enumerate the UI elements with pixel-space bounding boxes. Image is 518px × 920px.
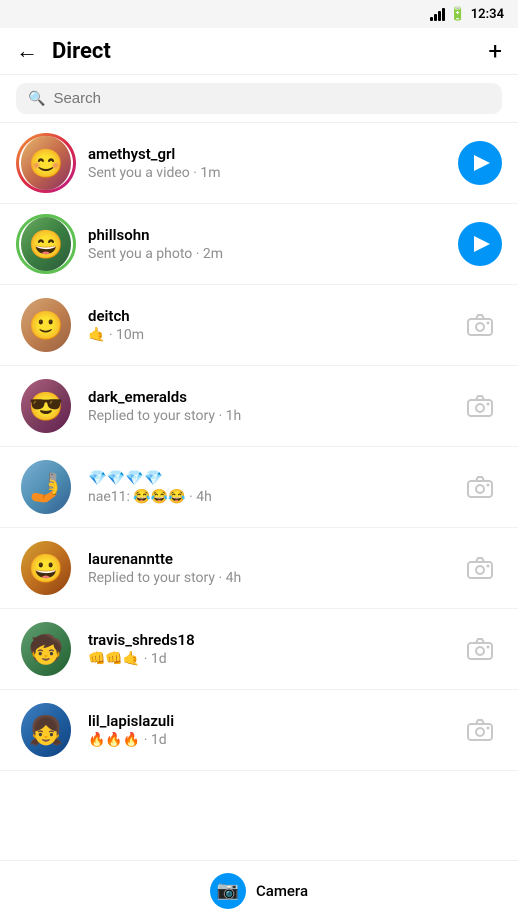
- conv-username: deitch: [88, 307, 446, 325]
- conv-username: laurenanntte: [88, 550, 446, 568]
- status-bar: 🔋 12:34: [0, 0, 518, 28]
- list-item[interactable]: 😀 laurenanntte Replied to your story · 4h: [0, 528, 518, 609]
- camera-icon: [467, 314, 493, 336]
- conv-subtitle: Replied to your story · 1h: [88, 408, 446, 424]
- avatar: 🤳: [16, 457, 76, 517]
- back-button[interactable]: ←: [16, 38, 38, 64]
- play-button[interactable]: [458, 222, 502, 266]
- conv-subtitle: 👊👊🤙 · 1d: [88, 651, 446, 667]
- list-item[interactable]: 🙂 deitch 🤙 · 10m: [0, 285, 518, 366]
- camera-button[interactable]: [458, 465, 502, 509]
- conv-info: deitch 🤙 · 10m: [88, 307, 446, 343]
- camera-icon: [467, 638, 493, 660]
- camera-icon: [467, 476, 493, 498]
- camera-button[interactable]: [458, 627, 502, 671]
- new-message-button[interactable]: +: [488, 39, 502, 63]
- camera-button[interactable]: [458, 303, 502, 347]
- conv-subtitle: Sent you a photo · 2m: [88, 246, 446, 262]
- conv-info: amethyst_grl Sent you a video · 1m: [88, 145, 446, 181]
- camera-icon: [467, 557, 493, 579]
- bottom-bar[interactable]: 📷 Camera: [0, 860, 518, 920]
- conv-info: travis_shreds18 👊👊🤙 · 1d: [88, 631, 446, 667]
- avatar: 🧒: [16, 619, 76, 679]
- conv-username: 💎💎💎💎: [88, 469, 446, 487]
- conv-info: phillsohn Sent you a photo · 2m: [88, 226, 446, 262]
- conv-username: dark_emeralds: [88, 388, 446, 406]
- conversation-list: 😊 amethyst_grl Sent you a video · 1m 😄 phill…: [0, 123, 518, 771]
- avatar: 😀: [16, 538, 76, 598]
- list-item[interactable]: 👧 lil_lapislazuli 🔥🔥🔥 · 1d: [0, 690, 518, 771]
- conv-subtitle: 🤙 · 10m: [88, 327, 446, 343]
- page-title: Direct: [52, 39, 111, 64]
- conv-info: lil_lapislazuli 🔥🔥🔥 · 1d: [88, 712, 446, 748]
- conv-username: amethyst_grl: [88, 145, 446, 163]
- camera-label: Camera: [256, 882, 308, 900]
- list-item[interactable]: 😊 amethyst_grl Sent you a video · 1m: [0, 123, 518, 204]
- signal-icon: [430, 7, 445, 21]
- top-nav: ← Direct +: [0, 28, 518, 75]
- conv-subtitle: Sent you a video · 1m: [88, 165, 446, 181]
- list-item[interactable]: 🤳 💎💎💎💎 nae11: 😂😂😂 · 4h: [0, 447, 518, 528]
- avatar: 😄: [16, 214, 76, 274]
- status-icons: 🔋 12:34: [430, 7, 504, 22]
- conv-subtitle: 🔥🔥🔥 · 1d: [88, 732, 446, 748]
- avatar: 🙂: [16, 295, 76, 355]
- search-bar: 🔍: [0, 75, 518, 123]
- camera-icon: [467, 395, 493, 417]
- conv-subtitle: nae11: 😂😂😂 · 4h: [88, 489, 446, 505]
- play-button[interactable]: [458, 141, 502, 185]
- status-time: 12:34: [471, 7, 504, 22]
- conv-username: lil_lapislazuli: [88, 712, 446, 730]
- nav-left: ← Direct: [16, 38, 111, 64]
- avatar: 😎: [16, 376, 76, 436]
- avatar: 😊: [16, 133, 76, 193]
- conv-username: phillsohn: [88, 226, 446, 244]
- conv-username: travis_shreds18: [88, 631, 446, 649]
- search-input-wrap: 🔍: [16, 83, 502, 114]
- play-triangle-icon: [474, 155, 490, 171]
- search-input[interactable]: [53, 90, 490, 107]
- camera-button[interactable]: [458, 708, 502, 752]
- list-item[interactable]: 😎 dark_emeralds Replied to your story · 1h: [0, 366, 518, 447]
- camera-icon: 📷: [210, 873, 246, 909]
- conv-subtitle: Replied to your story · 4h: [88, 570, 446, 586]
- conv-info: laurenanntte Replied to your story · 4h: [88, 550, 446, 586]
- list-item[interactable]: 🧒 travis_shreds18 👊👊🤙 · 1d: [0, 609, 518, 690]
- play-triangle-icon: [474, 236, 490, 252]
- conv-info: 💎💎💎💎 nae11: 😂😂😂 · 4h: [88, 469, 446, 505]
- camera-button[interactable]: [458, 384, 502, 428]
- battery-icon: 🔋: [450, 7, 466, 22]
- camera-icon: [467, 719, 493, 741]
- avatar: 👧: [16, 700, 76, 760]
- conv-info: dark_emeralds Replied to your story · 1h: [88, 388, 446, 424]
- search-icon: 🔍: [28, 91, 45, 107]
- bottom-spacer: [0, 771, 518, 841]
- list-item[interactable]: 😄 phillsohn Sent you a photo · 2m: [0, 204, 518, 285]
- camera-button[interactable]: [458, 546, 502, 590]
